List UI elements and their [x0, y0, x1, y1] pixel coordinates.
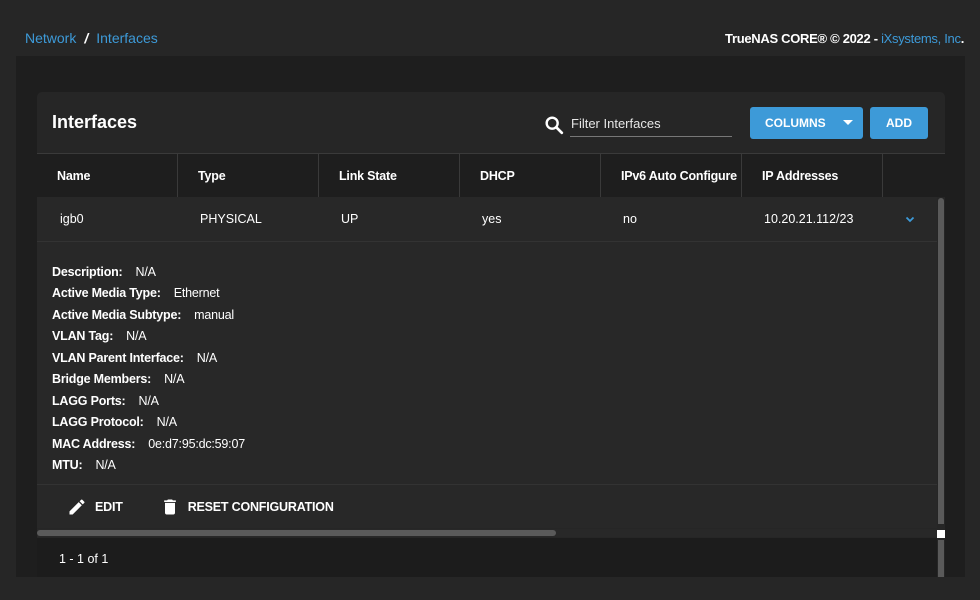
- horizontal-scrollbar[interactable]: [37, 529, 937, 537]
- cell-dhcp: yes: [482, 212, 502, 226]
- top-bar: Network / Interfaces TrueNAS CORE® © 202…: [0, 0, 980, 56]
- caret-down-icon: [843, 120, 853, 125]
- detail-lagg-protocol: LAGG Protocol: N/A: [52, 412, 937, 434]
- detail-value: N/A: [164, 372, 185, 387]
- cell-ipv6-auto: no: [623, 212, 637, 226]
- card-title: Interfaces: [52, 112, 138, 132]
- column-header-dhcp[interactable]: DHCP: [460, 154, 601, 198]
- detail-value: N/A: [138, 393, 159, 408]
- trash-icon: [163, 499, 176, 514]
- table-header: Name Type Link State DHCP IPv6 Auto Conf…: [37, 153, 945, 198]
- detail-label: MAC Address:: [52, 436, 136, 451]
- interfaces-card: Interfaces COLUMNS ADD Name Type Link St…: [37, 92, 945, 577]
- reset-configuration-button[interactable]: RESET CONFIGURATION: [160, 497, 334, 517]
- vertical-scrollbar-track-lower[interactable]: [938, 540, 944, 577]
- detail-label: MTU:: [52, 458, 83, 473]
- detail-value: manual: [194, 307, 234, 322]
- cell-type: PHYSICAL: [200, 212, 262, 226]
- detail-value: N/A: [126, 329, 147, 344]
- filter-interfaces-input[interactable]: [570, 112, 732, 137]
- column-header-expand: [883, 154, 944, 198]
- detail-label: VLAN Parent Interface:: [52, 350, 184, 365]
- detail-value: N/A: [196, 350, 217, 365]
- detail-label: LAGG Protocol:: [52, 415, 144, 430]
- column-header-name[interactable]: Name: [37, 154, 178, 198]
- chevron-down-icon: [905, 216, 915, 222]
- cell-link-state: UP: [341, 212, 359, 226]
- detail-value: 0e:d7:95:dc:59:07: [148, 436, 245, 451]
- search-icon: [545, 115, 564, 134]
- edit-button[interactable]: EDIT: [67, 497, 123, 517]
- cell-ip-addresses: 10.20.21.112/23: [764, 212, 854, 226]
- cell-name: igb0: [60, 212, 84, 226]
- detail-value: N/A: [135, 264, 156, 279]
- detail-mac-address: MAC Address: 0e:d7:95:dc:59:07: [52, 433, 937, 455]
- detail-value: N/A: [95, 458, 116, 473]
- detail-vlan-parent-interface: VLAN Parent Interface: N/A: [52, 347, 937, 369]
- ixsystems-link[interactable]: iXsystems, Inc: [881, 31, 961, 46]
- breadcrumb-separator: /: [84, 30, 89, 46]
- add-button[interactable]: ADD: [870, 107, 928, 139]
- breadcrumb-network[interactable]: Network: [25, 30, 76, 46]
- row-actions: EDIT RESET CONFIGURATION: [37, 484, 937, 528]
- detail-value: Ethernet: [173, 286, 220, 301]
- filter-search: [543, 112, 732, 137]
- row-details: Description: N/A Active Media Type: Ethern…: [37, 242, 937, 484]
- detail-vlan-tag: VLAN Tag: N/A: [52, 326, 937, 348]
- detail-active-media-type: Active Media Type: Ethernet: [52, 283, 937, 305]
- edit-label: EDIT: [95, 499, 123, 514]
- expand-toggle[interactable]: [883, 197, 937, 241]
- horizontal-scrollbar-thumb[interactable]: [37, 530, 556, 536]
- detail-label: Description:: [52, 264, 123, 279]
- reset-configuration-label: RESET CONFIGURATION: [187, 499, 334, 514]
- detail-label: Active Media Type:: [52, 286, 161, 301]
- copyright-suffix: .: [960, 31, 965, 46]
- detail-active-media-subtype: Active Media Subtype: manual: [52, 304, 937, 326]
- detail-label: Active Media Subtype:: [52, 307, 182, 322]
- column-header-type[interactable]: Type: [178, 154, 319, 198]
- paginator-range: 1 - 1 of 1: [59, 552, 109, 566]
- column-header-ip-addresses[interactable]: IP Addresses: [742, 154, 883, 198]
- paginator: 1 - 1 of 1: [37, 538, 937, 577]
- columns-button[interactable]: COLUMNS: [750, 107, 863, 139]
- detail-value: N/A: [156, 415, 177, 430]
- pencil-icon: [69, 498, 85, 514]
- detail-label: VLAN Tag:: [52, 329, 114, 344]
- breadcrumb-interfaces[interactable]: Interfaces: [96, 30, 157, 46]
- copyright-text: TrueNAS CORE® © 2022 -: [725, 31, 882, 46]
- detail-bridge-members: Bridge Members: N/A: [52, 369, 937, 391]
- scrollbar-corner: [937, 530, 945, 538]
- detail-label: Bridge Members:: [52, 372, 152, 387]
- detail-description: Description: N/A: [52, 261, 937, 283]
- detail-label: LAGG Ports:: [52, 393, 126, 408]
- column-header-ipv6-auto-configure[interactable]: IPv6 Auto Configure: [601, 154, 742, 198]
- copyright: TrueNAS CORE® © 2022 - iXsystems, Inc.: [725, 31, 964, 46]
- vertical-scrollbar-thumb[interactable]: [938, 198, 944, 524]
- detail-lagg-ports: LAGG Ports: N/A: [52, 390, 937, 412]
- column-header-link-state[interactable]: Link State: [319, 154, 460, 198]
- table-row[interactable]: igb0 PHYSICAL UP yes no 10.20.21.112/23: [37, 197, 937, 242]
- breadcrumb: Network / Interfaces: [25, 30, 158, 46]
- detail-mtu: MTU: N/A: [52, 455, 937, 477]
- columns-button-label: COLUMNS: [765, 116, 826, 130]
